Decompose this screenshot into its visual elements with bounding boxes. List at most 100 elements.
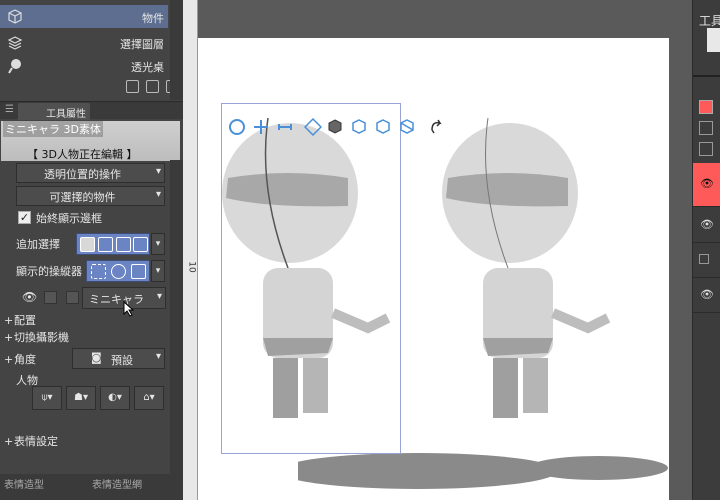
eye-icon[interactable]: 👁 (700, 218, 714, 231)
expand-icon: + (4, 331, 14, 344)
object-bounding-box[interactable] (221, 103, 401, 454)
add-selection-buttons[interactable] (76, 233, 150, 255)
add-to-selection-icon[interactable] (98, 237, 113, 252)
angle-preset-value: 預設 (111, 354, 133, 367)
canvas-workspace[interactable] (198, 0, 692, 500)
panel-tab-bar: ☰ 工具屬性 (0, 101, 183, 120)
bottom-tab-1[interactable]: 表情造型網 (92, 476, 142, 491)
manipulator-chevron[interactable]: ▾ (151, 260, 165, 282)
camera-pan-icon[interactable] (252, 118, 270, 136)
camera-icon: ◙ (91, 351, 102, 364)
expand-icon: + (4, 353, 14, 366)
eye-icon[interactable]: 👁 (700, 177, 714, 190)
subtool-scrollbar[interactable] (170, 0, 183, 100)
angle-preset-dropdown[interactable]: ◙ 預設 ▾ (72, 348, 165, 369)
color-toggle[interactable] (66, 291, 79, 304)
transparent-position-value: 透明位置的操作 (44, 168, 121, 181)
left-panel: 物件 選擇圖層 透光桌 ☰ 工具屬性 ミニキャラ 3D素体 【 3D人物正在編輯… (0, 0, 183, 500)
layer-option-icon[interactable] (699, 121, 713, 135)
always-show-border-checkbox[interactable]: ✓ (18, 211, 31, 224)
tab-tool-property-label: 工具屬性 (46, 109, 86, 120)
hair-button[interactable]: ☗▾ (66, 386, 96, 410)
chevron-down-icon: ▾ (155, 166, 161, 177)
light-table-icon (8, 59, 21, 74)
object-cube-icon (8, 9, 22, 24)
chevron-down-icon: ▾ (155, 351, 161, 362)
tool-property-scrollbar[interactable] (170, 160, 183, 490)
editing-status: 【 3D人物正在編輯 】 (27, 148, 138, 161)
layer-separator (693, 277, 720, 278)
section-placement[interactable]: +配置 (4, 312, 36, 328)
canvas-paper[interactable] (198, 38, 669, 500)
chevron-down-icon: ▾ (156, 291, 162, 302)
move-object-icon[interactable] (304, 118, 322, 136)
selectable-objects-dropdown[interactable]: 可選擇的物件 ▾ (16, 186, 165, 206)
subtool-object[interactable]: 物件 (0, 5, 168, 28)
material-name: ミニキャラ 3D素体 (3, 121, 103, 137)
chevron-down-icon: ▾ (155, 189, 161, 200)
object-select-icon[interactable] (326, 118, 344, 136)
object-visibility-row: 👁 ミニキャラ ▾ (16, 287, 166, 309)
material-preview: ミニキャラ 3D素体 【 3D人物正在編輯 】 (1, 121, 180, 161)
subtool-object-label: 物件 (142, 12, 164, 25)
camera-rotate-icon[interactable] (228, 118, 246, 136)
bottom-tab-bar: 表情造型 表情造型網 (0, 474, 183, 500)
rotate-icon[interactable] (111, 264, 126, 279)
new-layer-icon[interactable] (699, 142, 713, 156)
expand-icon: + (4, 435, 14, 448)
camera-zoom-icon[interactable] (276, 118, 294, 136)
tab-tool-property[interactable]: 工具屬性 (18, 103, 90, 120)
scale-object-icon[interactable] (398, 118, 416, 136)
intersect-selection-icon[interactable] (133, 237, 148, 252)
layer-separator (693, 312, 720, 313)
panel-divider (693, 75, 720, 77)
section-expression-label: 表情設定 (14, 435, 58, 448)
section-angle-label: 角度 (14, 353, 36, 366)
subtract-selection-icon[interactable] (116, 237, 131, 252)
head-button[interactable]: ◐▾ (100, 386, 130, 410)
displayed-manipulator-label: 顯示的操縱器 (16, 265, 82, 278)
duplicate-icon[interactable] (146, 80, 159, 93)
flip-object-icon[interactable] (374, 118, 392, 136)
new-selection-icon[interactable] (80, 237, 95, 252)
layer-row-selected[interactable]: 👁 (693, 163, 720, 206)
scale-icon[interactable] (131, 264, 146, 279)
download-icon[interactable] (126, 80, 139, 93)
always-show-border-label: 始終顯示邊框 (36, 212, 102, 225)
move-arrows-icon[interactable] (91, 264, 106, 279)
bottom-tab-0[interactable]: 表情造型 (4, 476, 44, 491)
transparent-position-dropdown[interactable]: 透明位置的操作 ▾ (16, 163, 165, 183)
section-switch-camera[interactable]: +切換攝影機 (4, 329, 69, 345)
eye-icon[interactable]: 👁 (700, 288, 714, 301)
subtool-light-table[interactable]: 透光桌 (0, 54, 168, 77)
eye-icon[interactable]: 👁 (22, 290, 37, 304)
subtool-layer-select-label: 選擇圖層 (120, 38, 164, 51)
section-angle[interactable]: +角度 (4, 351, 36, 367)
layer-select-icon (7, 36, 23, 50)
body-type-button[interactable]: ⍦▾ (32, 386, 62, 410)
mouse-cursor-icon (123, 301, 135, 317)
manipulator-buttons[interactable] (86, 260, 150, 282)
section-placement-label: 配置 (14, 314, 36, 327)
lock-toggle[interactable] (44, 291, 57, 304)
subtool-layer-select[interactable]: 選擇圖層 (0, 31, 168, 54)
right-panel: 工具 👁 👁 👁 (692, 0, 720, 500)
layer-separator (693, 206, 720, 207)
ruler-value: 10 (186, 261, 197, 273)
add-selection-label: 追加選擇 (16, 238, 60, 251)
reset-pose-icon[interactable] (428, 118, 446, 136)
rotate-object-icon[interactable] (350, 118, 368, 136)
section-switch-camera-label: 切換攝影機 (14, 331, 69, 344)
section-expression[interactable]: +表情設定 (4, 433, 58, 449)
panel-menu-icon[interactable]: ☰ (5, 104, 14, 115)
character-figure-shadow-copy[interactable] (438, 98, 628, 458)
layer-checkbox[interactable] (699, 254, 709, 264)
selectable-objects-value: 可選擇的物件 (49, 191, 116, 204)
layer-color-swatch[interactable] (699, 100, 713, 114)
subtool-light-table-label: 透光桌 (131, 61, 164, 74)
right-tool-label: 工具 (699, 14, 720, 28)
tool-navigator-box[interactable] (707, 28, 720, 52)
expand-icon: + (4, 314, 14, 327)
add-selection-chevron[interactable]: ▾ (151, 233, 165, 255)
outfit-button[interactable]: ⌂▾ (134, 386, 164, 410)
